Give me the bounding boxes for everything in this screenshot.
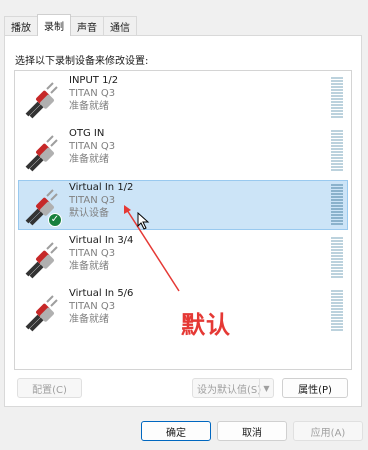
device-status: 默认设备 <box>69 208 109 219</box>
tab-playback[interactable]: 播放 <box>4 16 38 36</box>
device-status: 准备就绪 <box>69 154 109 165</box>
device-name: Virtual In 3/4 <box>69 235 134 246</box>
device-item-virtual-in-3-4[interactable]: Virtual In 3/4 TITAN Q3 准备就绪 <box>18 233 348 283</box>
device-name: OTG IN <box>69 128 105 139</box>
properties-button[interactable]: 属性(P) <box>282 378 348 398</box>
tab-recording[interactable]: 录制 <box>37 14 71 36</box>
level-meter <box>331 184 343 226</box>
device-model: TITAN Q3 <box>69 301 116 312</box>
cable-icon <box>25 242 58 279</box>
device-item-otg-in[interactable]: OTG IN TITAN Q3 准备就绪 <box>18 126 348 176</box>
device-status: 准备就绪 <box>69 314 109 325</box>
chevron-down-icon[interactable]: ▼ <box>259 379 273 397</box>
default-check-icon: ✓ <box>48 213 62 227</box>
tab-communications[interactable]: 通信 <box>103 16 137 36</box>
instruction-text: 选择以下录制设备来修改设置: <box>15 56 149 67</box>
cancel-button[interactable]: 取消 <box>217 421 287 441</box>
device-name: Virtual In 5/6 <box>69 288 134 299</box>
level-meter <box>331 77 343 119</box>
apply-button[interactable]: 应用(A) <box>293 421 363 441</box>
level-meter <box>331 130 343 172</box>
cable-icon <box>25 135 58 172</box>
device-model: TITAN Q3 <box>69 141 116 152</box>
set-default-label: 设为默认值(S) <box>197 384 262 396</box>
device-status: 准备就绪 <box>69 101 109 112</box>
cable-icon <box>25 82 58 119</box>
set-default-button[interactable]: 设为默认值(S) ▼ <box>192 378 274 398</box>
configure-button[interactable]: 配置(C) <box>17 378 82 398</box>
device-name: INPUT 1/2 <box>69 75 119 86</box>
mouse-cursor-icon <box>137 212 150 230</box>
device-item-input-1-2[interactable]: INPUT 1/2 TITAN Q3 准备就绪 <box>18 73 348 123</box>
recording-panel: 选择以下录制设备来修改设置: INPUT 1/2 TITAN Q3 准备就绪 O… <box>4 35 362 407</box>
cable-icon <box>25 295 58 332</box>
tab-strip: 播放 录制 声音 通信 <box>4 14 137 36</box>
device-model: TITAN Q3 <box>69 195 116 206</box>
device-item-virtual-in-1-2[interactable]: ✓ Virtual In 1/2 TITAN Q3 默认设备 <box>18 180 348 230</box>
device-model: TITAN Q3 <box>69 88 116 99</box>
level-meter <box>331 237 343 279</box>
device-name: Virtual In 1/2 <box>69 182 134 193</box>
ok-button[interactable]: 确定 <box>141 421 211 441</box>
annotation-label: 默认 <box>181 311 231 339</box>
device-model: TITAN Q3 <box>69 248 116 259</box>
tab-sounds[interactable]: 声音 <box>70 16 104 36</box>
level-meter <box>331 290 343 332</box>
device-status: 准备就绪 <box>69 261 109 272</box>
